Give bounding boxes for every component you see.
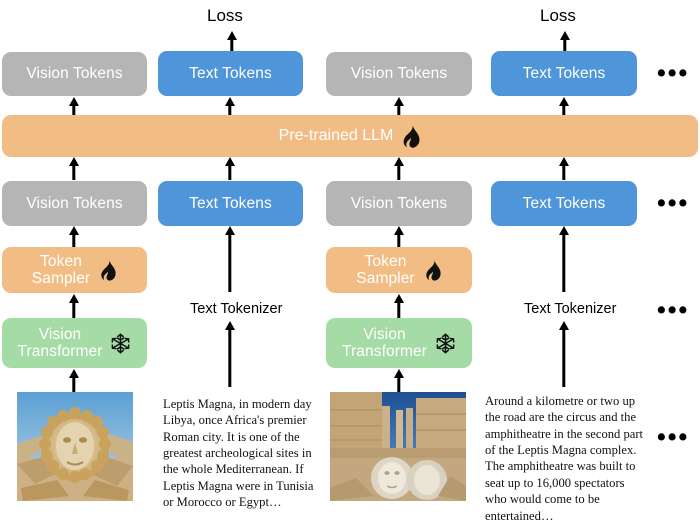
output-text-tokens-2[interactable]: Text Tokens [491, 51, 637, 96]
caption-text-1: Leptis Magna, in modern day Libya, once … [163, 397, 314, 510]
arrow-llm-to-vision-tokens-1 [68, 97, 80, 116]
input-vision-tokens-2-label: Vision Tokens [350, 194, 448, 212]
arrow-photo-2-to-vit [393, 369, 405, 392]
vision-transformer-2-label-line2: Transformer [342, 343, 427, 360]
vision-transformer-1[interactable]: Vision Transformer [2, 318, 147, 368]
ellipsis-tokenizer-row: ••• [657, 296, 690, 324]
arrow-loss-1 [226, 31, 238, 52]
arrow-caption-2-to-tokenizer [558, 321, 570, 387]
caption-text-2: Around a kilometre or two up the road ar… [485, 394, 644, 523]
arrow-llm-to-vision-tokens-2 [393, 97, 405, 116]
token-sampler-2-label-line1: Token [364, 252, 407, 270]
output-text-tokens-1[interactable]: Text Tokens [158, 51, 303, 96]
input-vision-tokens-1-label: Vision Tokens [26, 194, 123, 212]
pretrained-llm-bar[interactable]: Pre-trained LLM [2, 115, 698, 157]
diagram-canvas: Loss Loss Vision Tokens Text Tokens Visi… [0, 0, 700, 523]
input-vision-tokens-2[interactable]: Vision Tokens [326, 181, 472, 226]
input-image-2[interactable] [330, 392, 466, 501]
input-text-tokens-1[interactable]: Text Tokens [158, 181, 303, 226]
output-vision-tokens-1-label: Vision Tokens [26, 65, 123, 83]
snowflake-icon [110, 332, 131, 354]
arrow-text-tokenizer-2-to-tokens [558, 226, 570, 292]
output-text-tokens-1-label: Text Tokens [189, 64, 272, 82]
input-image-1[interactable] [17, 392, 133, 501]
input-text-tokens-1-label: Text Tokens [189, 194, 272, 212]
arrow-caption-1-to-tokenizer [224, 321, 236, 387]
token-sampler-2[interactable]: Token Sampler [326, 247, 472, 293]
pretrained-llm-label: Pre-trained LLM [278, 127, 394, 144]
token-sampler-1-label-line2: Sampler [31, 270, 91, 287]
output-vision-tokens-1[interactable]: Vision Tokens [2, 52, 147, 96]
arrow-text-tokens-2-to-llm [558, 157, 570, 180]
input-text-tokens-2[interactable]: Text Tokens [491, 181, 637, 226]
token-sampler-1[interactable]: Token Sampler [2, 247, 147, 293]
arrow-loss-2 [559, 31, 571, 52]
token-sampler-2-label-line2: Sampler [356, 270, 415, 287]
arrow-photo-1-to-vit [68, 369, 80, 392]
loss-label-2: Loss [540, 6, 576, 25]
arrow-llm-to-text-tokens-2 [558, 97, 570, 116]
token-sampler-1-label-line1: Token [40, 252, 82, 270]
flame-icon [98, 259, 117, 281]
arrow-text-tokens-1-to-llm [224, 157, 236, 180]
text-tokenizer-2-label: Text Tokenizer [524, 301, 617, 317]
arrow-vit-1-to-sampler [68, 294, 80, 318]
arrow-vit-2-to-sampler [393, 294, 405, 318]
output-text-tokens-2-label: Text Tokens [522, 64, 606, 82]
arrow-vision-tokens-2-to-llm [393, 157, 405, 180]
vision-transformer-1-label-line1: Vision [38, 325, 82, 343]
arrow-vision-tokens-1-to-llm [68, 157, 80, 180]
ellipsis-input-row: ••• [657, 189, 690, 217]
snowflake-icon [435, 332, 456, 354]
loss-label-1: Loss [207, 6, 243, 25]
arrow-token-sampler-2-to-tokens [393, 226, 405, 248]
flame-icon [423, 259, 442, 281]
arrow-token-sampler-1-to-tokens [68, 226, 80, 248]
ellipsis-output-row: ••• [657, 59, 690, 87]
text-tokenizer-1-label: Text Tokenizer [190, 301, 283, 317]
vision-transformer-2-label-line1: Vision [363, 325, 406, 343]
input-text-tokens-2-label: Text Tokens [522, 194, 606, 212]
arrow-text-tokenizer-1-to-tokens [224, 226, 236, 292]
input-vision-tokens-1[interactable]: Vision Tokens [2, 181, 147, 226]
output-vision-tokens-2-label: Vision Tokens [350, 65, 448, 83]
arrow-llm-to-text-tokens-1 [224, 97, 236, 116]
flame-icon [400, 124, 421, 148]
vision-transformer-1-label-line2: Transformer [17, 343, 103, 360]
ellipsis-caption-row: ••• [657, 423, 690, 451]
output-vision-tokens-2[interactable]: Vision Tokens [326, 52, 472, 96]
vision-transformer-2[interactable]: Vision Transformer [326, 318, 472, 368]
